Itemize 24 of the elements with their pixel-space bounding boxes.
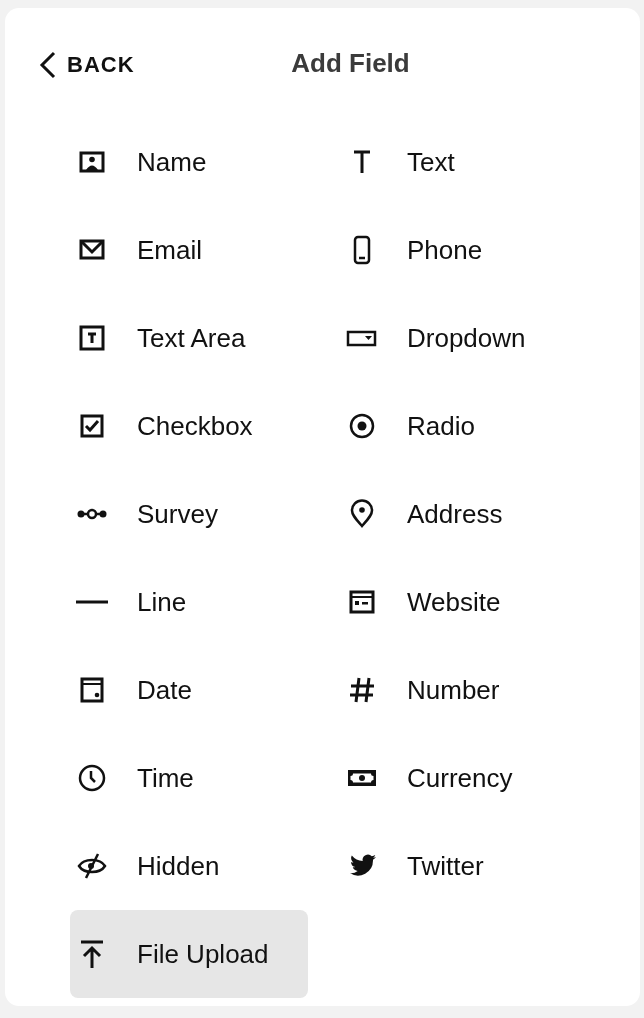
field-type-option[interactable]: Phone bbox=[340, 206, 578, 294]
field-type-option[interactable]: Twitter bbox=[340, 822, 578, 910]
field-type-option[interactable]: Time bbox=[70, 734, 308, 822]
line-icon bbox=[76, 600, 108, 604]
field-type-option[interactable]: Text bbox=[340, 118, 578, 206]
dialog-title: Add Field bbox=[291, 46, 410, 80]
clock-icon bbox=[76, 762, 108, 794]
field-type-option[interactable]: Checkbox bbox=[70, 382, 308, 470]
chevron-left-icon bbox=[37, 49, 57, 80]
field-type-option[interactable]: Dropdown bbox=[340, 294, 578, 382]
field-type-option[interactable]: Address bbox=[340, 470, 578, 558]
field-type-option[interactable]: File Upload bbox=[70, 910, 308, 998]
field-type-option[interactable]: Radio bbox=[340, 382, 578, 470]
field-type-option[interactable]: Text Area bbox=[70, 294, 308, 382]
field-type-option[interactable]: Currency bbox=[340, 734, 578, 822]
field-type-option[interactable]: Number bbox=[340, 646, 578, 734]
field-type-option[interactable]: Survey bbox=[70, 470, 308, 558]
field-type-option[interactable]: Name bbox=[70, 118, 308, 206]
field-type-option[interactable]: Email bbox=[70, 206, 308, 294]
field-type-option[interactable]: Line bbox=[70, 558, 308, 646]
field-type-option[interactable]: Date bbox=[70, 646, 308, 734]
back-button[interactable]: BACK bbox=[37, 48, 135, 81]
field-type-option[interactable]: Hidden bbox=[70, 822, 308, 910]
field-type-option[interactable]: Website bbox=[340, 558, 578, 646]
